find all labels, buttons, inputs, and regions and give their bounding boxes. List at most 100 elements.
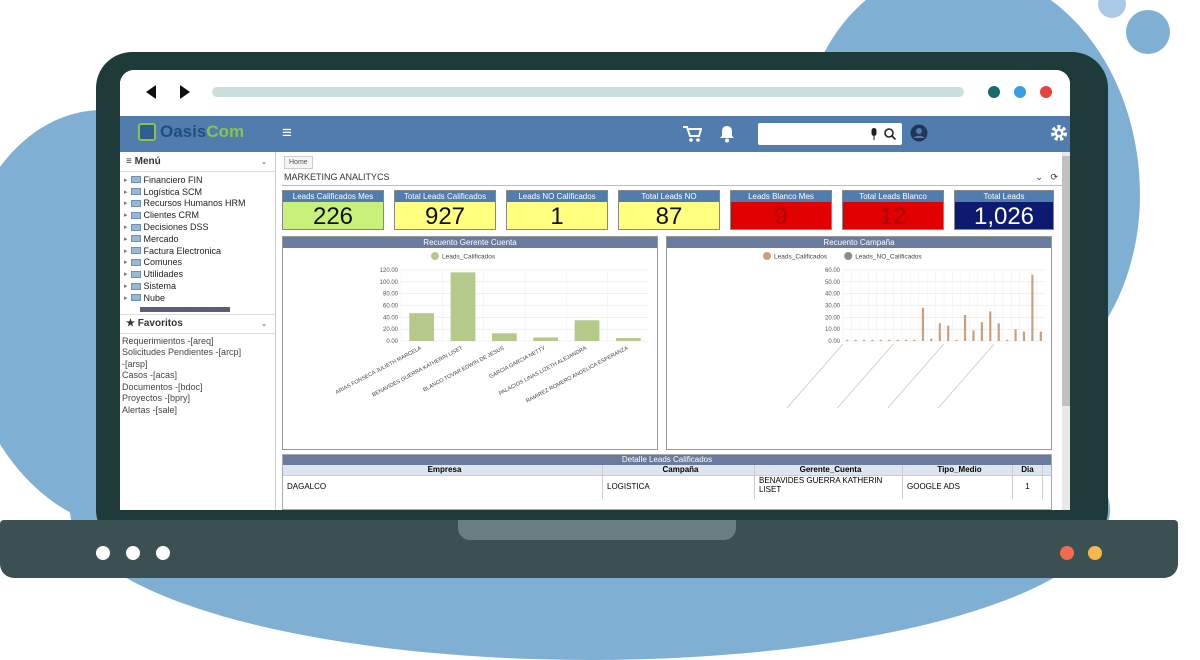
decor-circle bbox=[1126, 10, 1170, 54]
expand-icon[interactable]: ▸ bbox=[124, 282, 128, 290]
bar bbox=[846, 339, 849, 341]
base-dot bbox=[156, 546, 170, 560]
bar bbox=[888, 339, 891, 341]
folder-icon bbox=[130, 247, 141, 255]
favorite-item[interactable]: Requerimientos -[areq] bbox=[120, 336, 275, 348]
expand-icon[interactable]: ▸ bbox=[124, 270, 128, 278]
base-dot bbox=[1060, 546, 1074, 560]
expand-icon[interactable]: ▸ bbox=[124, 199, 128, 207]
bell-icon[interactable] bbox=[720, 125, 734, 143]
sidebar-item[interactable]: ▸ Nube bbox=[120, 292, 275, 304]
favorite-item[interactable]: Proyectos -[bpry] bbox=[120, 393, 275, 405]
bar bbox=[938, 323, 941, 341]
sidebar-item[interactable]: ▸ Recursos Humanos HRM bbox=[120, 198, 275, 210]
favorites-header[interactable]: ★ Favoritos ⌄ bbox=[120, 313, 275, 334]
logo-text-1: Oasis bbox=[160, 122, 207, 141]
sidebar-item[interactable]: ▸ Utilidades bbox=[120, 268, 275, 280]
bar bbox=[1039, 331, 1042, 341]
logo-icon bbox=[138, 123, 156, 141]
favorite-item[interactable]: -[arsp] bbox=[120, 359, 275, 371]
legend-label: Leads_Calificados bbox=[774, 254, 828, 261]
cart-icon[interactable] bbox=[682, 125, 702, 143]
bar bbox=[905, 339, 908, 341]
menu-header[interactable]: ≡ Menú ⌄ bbox=[120, 152, 275, 172]
kpi-card[interactable]: Total Leads NO 87 bbox=[618, 190, 720, 230]
app-logo[interactable]: Oasis Com bbox=[138, 122, 244, 142]
sidebar-item-label: Factura Electronica bbox=[143, 245, 222, 256]
chevron-down-icon[interactable]: ⌄ bbox=[261, 320, 267, 328]
favorite-item[interactable]: Casos -[acas] bbox=[120, 370, 275, 382]
refresh-icon[interactable]: ⌄ ⟳ bbox=[1035, 172, 1058, 185]
expand-icon[interactable]: ▸ bbox=[124, 176, 128, 184]
kpi-card[interactable]: Leads Calificados Mes 226 bbox=[282, 190, 384, 230]
column-header[interactable]: Tipo_Medio bbox=[903, 465, 1013, 475]
chart-title: Recuento Campaña bbox=[667, 237, 1051, 248]
column-header[interactable]: Dia bbox=[1013, 465, 1043, 475]
url-bar[interactable] bbox=[212, 87, 964, 97]
favorite-item[interactable]: Solicitudes Pendientes -[arcp] bbox=[120, 347, 275, 359]
sidebar-item[interactable]: ▸ Decisiones DSS bbox=[120, 221, 275, 233]
column-header[interactable]: Campaña bbox=[603, 465, 755, 475]
sidebar-item[interactable]: ▸ Factura Electronica bbox=[120, 245, 275, 257]
user-icon[interactable] bbox=[910, 124, 928, 142]
sidebar-item[interactable]: ▸ Financiero FIN bbox=[120, 174, 275, 186]
favorites-label: Favoritos bbox=[137, 318, 183, 330]
kpi-card[interactable]: Leads NO Calificados 1 bbox=[506, 190, 608, 230]
sidebar-item[interactable]: ▸ Clientes CRM bbox=[120, 209, 275, 221]
sidebar: ≡ Menú ⌄ ▸ Financiero FIN ▸ Logística SCM ▸ R… bbox=[120, 152, 276, 510]
table-header: Empresa Campaña Gerente_Cuenta Tipo_Medi… bbox=[283, 465, 1051, 475]
laptop-notch bbox=[458, 520, 736, 540]
legend-label: Leads_Calificados bbox=[442, 254, 496, 261]
kpi-card[interactable]: Total Leads 1,026 bbox=[954, 190, 1054, 230]
folder-icon bbox=[130, 188, 141, 196]
chart-title: Recuento Gerente Cuenta bbox=[283, 237, 657, 248]
base-dot bbox=[1088, 546, 1102, 560]
expand-icon[interactable]: ▸ bbox=[124, 294, 128, 302]
chevron-down-icon[interactable]: ⌄ bbox=[261, 158, 267, 166]
search-input[interactable] bbox=[758, 123, 902, 145]
column-header[interactable]: Gerente_Cuenta bbox=[755, 465, 903, 475]
table-row[interactable]: DAGALCO LOGISTICA BENAVIDES GUERRA KATHE… bbox=[283, 475, 1051, 499]
table-title: Detalle Leads Calificados bbox=[283, 455, 1051, 465]
favorite-item[interactable]: Documentos -[bdoc] bbox=[120, 382, 275, 394]
favorites-list: Requerimientos -[areq] Solicitudes Pendie… bbox=[120, 334, 275, 417]
decor-circle bbox=[1098, 0, 1126, 18]
expand-icon[interactable]: ▸ bbox=[124, 247, 128, 255]
x-tick-label-placeholder bbox=[837, 343, 894, 409]
sidebar-item-label: Clientes CRM bbox=[143, 210, 200, 221]
expand-icon[interactable]: ▸ bbox=[124, 211, 128, 219]
sidebar-item[interactable]: ▸ Mercado bbox=[120, 233, 275, 245]
expand-icon[interactable]: ▸ bbox=[124, 223, 128, 231]
sidebar-item-label: Utilidades bbox=[143, 269, 184, 280]
kpi-card[interactable]: Total Leads Blanco 12 bbox=[842, 190, 944, 230]
expand-icon[interactable]: ▸ bbox=[124, 235, 128, 243]
search-icon[interactable] bbox=[884, 128, 896, 140]
kpi-card[interactable]: Total Leads Calificados 927 bbox=[394, 190, 496, 230]
expand-icon[interactable]: ▸ bbox=[124, 258, 128, 266]
sidebar-item[interactable]: ▸ Comunes bbox=[120, 257, 275, 269]
kpi-card[interactable]: Leads Blanco Mes 9 bbox=[730, 190, 832, 230]
column-header[interactable]: Empresa bbox=[283, 465, 603, 475]
folder-icon bbox=[130, 235, 141, 243]
folder-icon bbox=[130, 270, 141, 278]
back-forward-icon[interactable] bbox=[146, 85, 190, 99]
favorite-item[interactable]: Alertas -[sale] bbox=[120, 405, 275, 417]
table-cell: LOGISTICA bbox=[603, 476, 755, 499]
sidebar-item[interactable]: ▸ Logística SCM bbox=[120, 186, 275, 198]
mic-icon[interactable] bbox=[870, 127, 878, 141]
breadcrumb[interactable]: Home bbox=[284, 156, 313, 169]
sidebar-item[interactable]: ▸ Sistema bbox=[120, 280, 275, 292]
window-dot bbox=[1040, 86, 1052, 98]
hamburger-icon[interactable]: ≡ bbox=[282, 123, 292, 143]
kpi-label: Leads NO Calificados bbox=[507, 191, 607, 202]
sidebar-scrollbar[interactable] bbox=[140, 306, 230, 312]
bar bbox=[1031, 274, 1034, 341]
expand-icon[interactable]: ▸ bbox=[124, 188, 128, 196]
sidebar-item-label: Comunes bbox=[143, 257, 183, 268]
page-scrollbar[interactable] bbox=[1062, 152, 1070, 510]
gear-icon[interactable] bbox=[1050, 124, 1068, 142]
sidebar-item-label: Logística SCM bbox=[143, 186, 203, 197]
x-tick-label-placeholder bbox=[786, 343, 844, 409]
sidebar-item-label: Decisiones DSS bbox=[143, 222, 209, 233]
kpi-value: 1,026 bbox=[973, 203, 1035, 230]
